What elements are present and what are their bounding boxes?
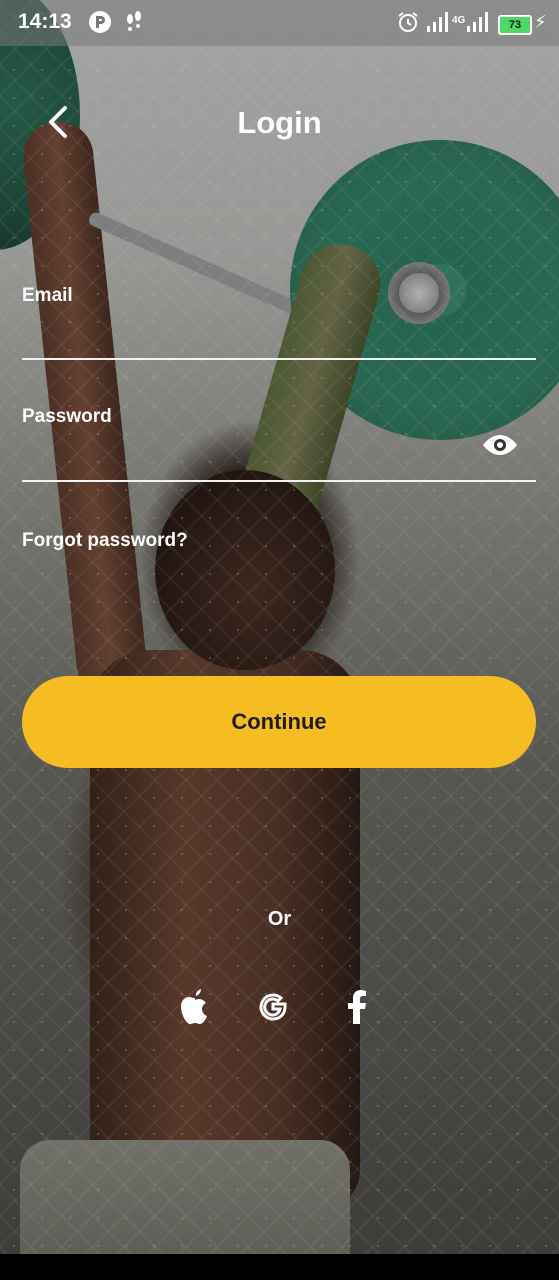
email-field[interactable] xyxy=(22,308,540,356)
email-underline xyxy=(22,358,536,360)
login-screen: 14:13 4G 73 ⚡ Login Email Password Forgo… xyxy=(0,0,559,1280)
google-icon xyxy=(259,993,287,1021)
status-bar: 14:13 4G 73 ⚡ xyxy=(0,0,559,46)
or-divider: Or xyxy=(267,908,292,930)
show-password-toggle[interactable] xyxy=(480,425,520,465)
forgot-password-link[interactable]: Forgot password? xyxy=(22,530,188,552)
password-field[interactable] xyxy=(22,428,476,476)
app-notification-icon xyxy=(88,10,112,34)
footsteps-icon xyxy=(122,10,146,34)
signal-icon xyxy=(426,10,448,34)
facebook-icon xyxy=(348,990,366,1024)
password-underline xyxy=(22,480,536,482)
email-label: Email xyxy=(22,285,73,306)
navigation-bar xyxy=(0,1254,559,1280)
apple-icon xyxy=(181,989,207,1024)
page-title: Login xyxy=(237,105,322,140)
signal-4g-icon: 4G xyxy=(452,14,466,26)
facebook-login-button[interactable] xyxy=(334,984,380,1030)
eye-icon xyxy=(483,435,517,455)
status-time: 14:13 xyxy=(18,10,72,33)
signal-icon xyxy=(466,10,488,34)
charging-icon: ⚡ xyxy=(534,12,547,32)
continue-button[interactable]: Continue xyxy=(22,676,536,768)
google-login-button[interactable] xyxy=(250,984,296,1030)
alarm-icon xyxy=(396,10,420,34)
background-photo xyxy=(0,0,559,1280)
password-label: Password xyxy=(22,406,112,427)
apple-login-button[interactable] xyxy=(172,984,218,1030)
battery-icon: 73 xyxy=(498,15,532,35)
